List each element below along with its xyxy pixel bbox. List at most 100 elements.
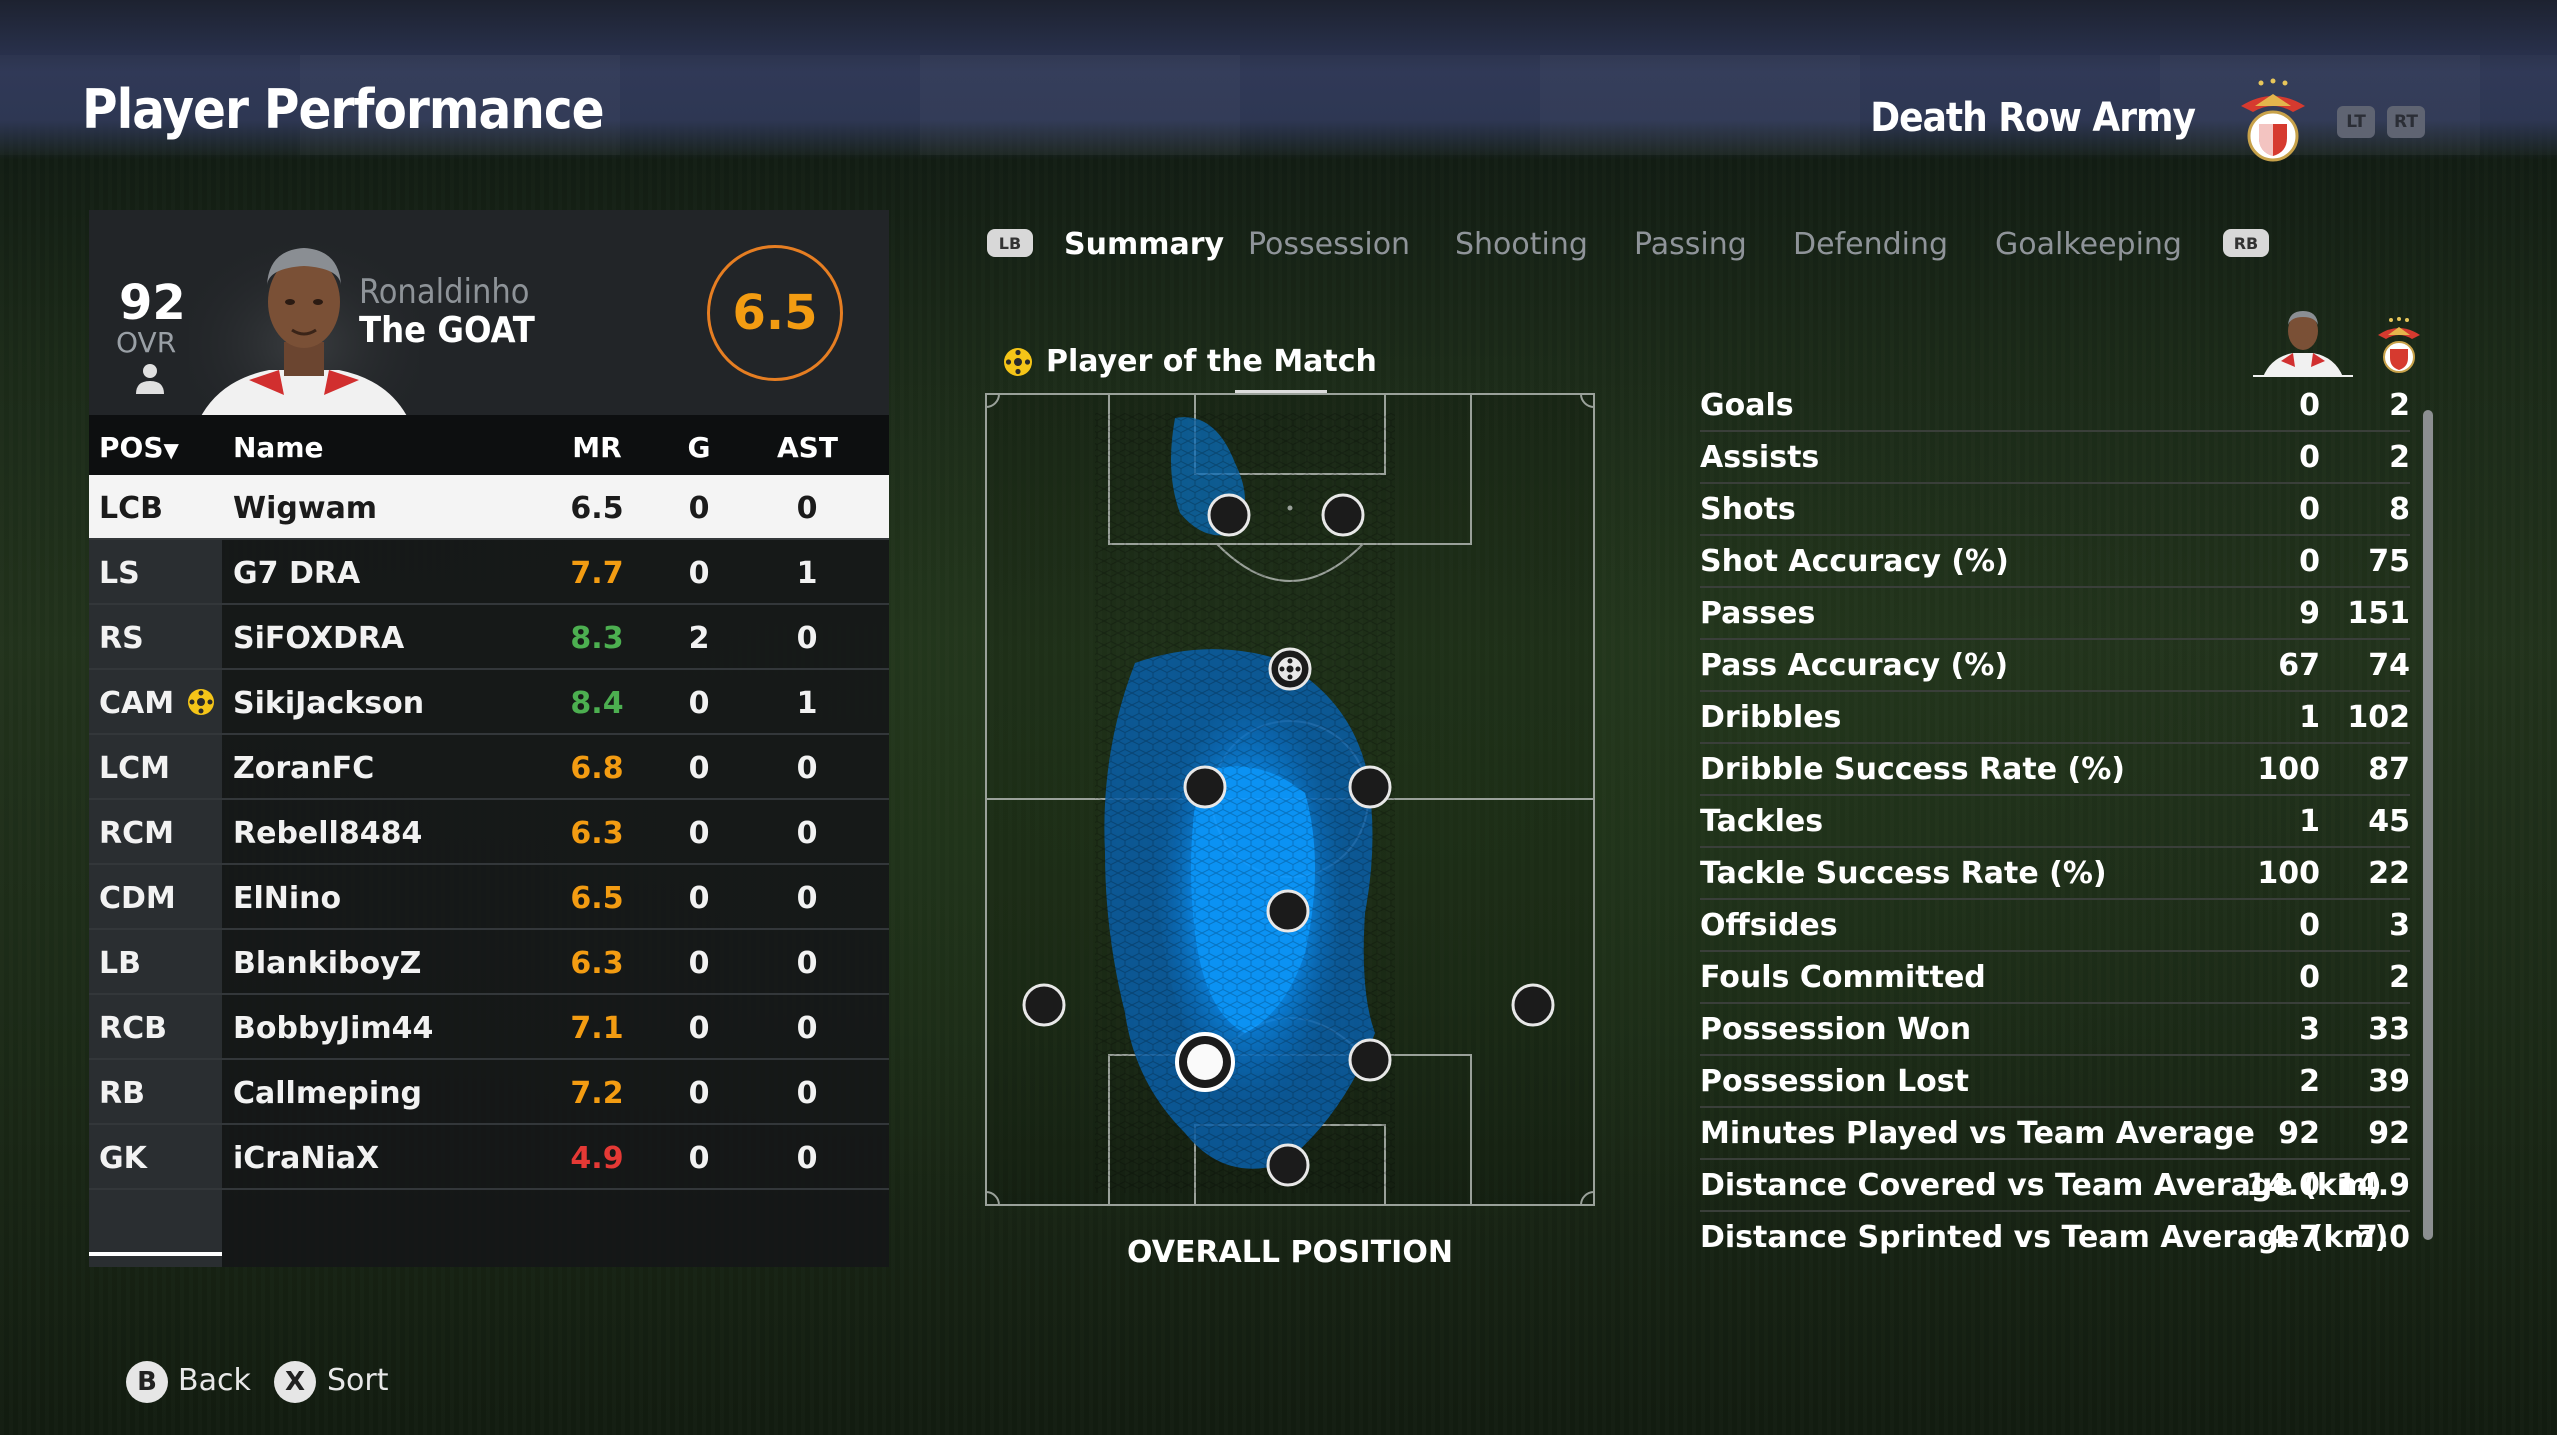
row-position: LS — [99, 556, 140, 591]
stat-label: Tackles — [1700, 804, 1824, 839]
row-position: RCB — [99, 1011, 167, 1046]
stat-label: Dribble Success Rate (%) — [1700, 752, 2125, 787]
stat-team-value: 74 — [2368, 648, 2410, 683]
ovr-label: OVR — [116, 326, 177, 359]
stat-label: Tackle Success Rate (%) — [1700, 856, 2107, 891]
row-position: LB — [99, 946, 141, 981]
table-row[interactable]: LCB Wigwam 6.5 0 0 — [89, 475, 889, 540]
table-row[interactable]: RCM Rebell8484 6.3 0 0 — [89, 800, 889, 865]
table-row[interactable]: RS SiFOXDRA 8.3 2 0 — [89, 605, 889, 670]
team-crest-icon — [2378, 317, 2420, 373]
row-assists: 0 — [796, 881, 818, 916]
row-match-rating: 6.5 — [570, 491, 624, 526]
pitch-caption: OVERALL POSITION — [1127, 1235, 1453, 1270]
stat-label: Dribbles — [1700, 700, 1842, 735]
column-header-name[interactable]: Name — [233, 431, 324, 464]
stat-player-value: 0 — [2299, 544, 2320, 579]
table-row[interactable]: RCB BobbyJim44 7.1 0 0 — [89, 995, 889, 1060]
stat-player-value: 14.0 — [2245, 1168, 2320, 1203]
stat-player-value: 1 — [2299, 700, 2320, 735]
row-match-rating: 7.1 — [570, 1011, 624, 1046]
row-goals: 0 — [688, 946, 710, 981]
row-match-rating: 8.3 — [570, 621, 624, 656]
stat-row: Offsides 0 3 — [1700, 900, 2410, 952]
table-row[interactable]: CDM ElNino 6.5 0 0 — [89, 865, 889, 930]
stat-player-value: 1 — [2299, 804, 2320, 839]
stat-team-value: 8 — [2389, 492, 2410, 527]
x-button-icon[interactable]: X — [274, 1361, 316, 1403]
row-goals: 0 — [688, 491, 710, 526]
stat-label: Possession Won — [1700, 1012, 1972, 1047]
row-assists: 0 — [796, 621, 818, 656]
person-icon — [136, 364, 164, 394]
player-of-the-match-label: Player of the Match — [1046, 344, 1377, 379]
row-match-rating: 6.8 — [570, 751, 624, 786]
column-header-pos-label: POS — [99, 431, 164, 464]
table-row[interactable]: CAM SikiJackson 8.4 0 1 — [89, 670, 889, 735]
stat-row: Assists 0 2 — [1700, 432, 2410, 484]
stat-row: Dribble Success Rate (%) 100 87 — [1700, 744, 2410, 796]
row-position: RS — [99, 621, 144, 656]
table-row[interactable]: RB Callmeping 7.2 0 0 — [89, 1060, 889, 1125]
row-assists: 0 — [796, 1011, 818, 1046]
table-row[interactable]: LS G7 DRA 7.7 0 1 — [89, 540, 889, 605]
table-header: POS▼ Name MR G AST — [89, 415, 889, 475]
stat-row: Fouls Committed 0 2 — [1700, 952, 2410, 1004]
player-of-the-match-icon — [1004, 348, 1032, 376]
b-button-icon[interactable]: B — [126, 1361, 168, 1403]
sort-label[interactable]: Sort — [327, 1363, 389, 1398]
column-header-ast[interactable]: AST — [777, 431, 838, 464]
player-card: 92 OVR Ronaldinho The GOAT 6.5 — [89, 210, 889, 420]
stats-scrollbar[interactable] — [2423, 410, 2433, 1240]
row-goals: 0 — [688, 556, 710, 591]
rb-button[interactable]: RB — [2223, 229, 2269, 257]
row-goals: 0 — [688, 881, 710, 916]
row-position: CDM — [99, 881, 176, 916]
row-player-name: ZoranFC — [233, 751, 375, 786]
player-of-the-match-icon — [188, 689, 214, 715]
row-match-rating: 4.9 — [570, 1141, 624, 1176]
row-player-name: Wigwam — [233, 491, 378, 526]
stat-player-value: 0 — [2299, 492, 2320, 527]
tab-goalkeeping[interactable]: Goalkeeping — [1995, 227, 2182, 262]
stat-team-value: 92 — [2368, 1116, 2410, 1151]
stat-row: Distance Covered vs Team Average (km) 14.… — [1700, 1160, 2410, 1212]
position-heatmap — [985, 393, 1595, 1206]
row-match-rating: 7.7 — [570, 556, 624, 591]
row-match-rating: 6.5 — [570, 881, 624, 916]
stat-label: Offsides — [1700, 908, 1838, 943]
row-match-rating: 6.3 — [570, 946, 624, 981]
stat-label: Shots — [1700, 492, 1796, 527]
row-match-rating: 6.3 — [570, 816, 624, 851]
stat-row: Distance Sprinted vs Team Average (km) 4.… — [1700, 1212, 2410, 1264]
stat-row: Shot Accuracy (%) 0 75 — [1700, 536, 2410, 588]
stat-player-value: 3 — [2299, 1012, 2320, 1047]
back-label[interactable]: Back — [178, 1363, 251, 1398]
rt-button[interactable]: RT — [2387, 106, 2425, 138]
row-goals: 0 — [688, 751, 710, 786]
tab-passing[interactable]: Passing — [1634, 227, 1747, 262]
table-row[interactable]: LCM ZoranFC 6.8 0 0 — [89, 735, 889, 800]
sort-caret-icon: ▼ — [163, 438, 179, 462]
lt-button[interactable]: LT — [2337, 106, 2375, 138]
player-nickname: The GOAT — [359, 310, 535, 351]
tab-shooting[interactable]: Shooting — [1455, 227, 1588, 262]
table-row[interactable]: LB BlankiboyZ 6.3 0 0 — [89, 930, 889, 995]
column-header-g[interactable]: G — [669, 431, 729, 464]
row-player-name: BlankiboyZ — [233, 946, 422, 981]
column-header-mr[interactable]: MR — [557, 431, 637, 464]
row-assists: 1 — [796, 556, 818, 591]
stat-team-value: 3 — [2389, 908, 2410, 943]
stat-label: Goals — [1700, 388, 1794, 423]
lb-button[interactable]: LB — [987, 229, 1033, 257]
tab-defending[interactable]: Defending — [1793, 227, 1948, 262]
tab-possession[interactable]: Possession — [1248, 227, 1410, 262]
tab-summary[interactable]: Summary — [1064, 227, 1224, 262]
team-crest-icon — [2241, 78, 2305, 162]
column-header-pos[interactable]: POS▼ — [99, 431, 179, 464]
player-ovr: 92 — [119, 275, 186, 331]
row-player-name: iCraNiaX — [233, 1141, 380, 1176]
stat-team-value: 22 — [2368, 856, 2410, 891]
row-assists: 0 — [796, 491, 818, 526]
table-row[interactable]: GK iCraNiaX 4.9 0 0 — [89, 1125, 889, 1190]
